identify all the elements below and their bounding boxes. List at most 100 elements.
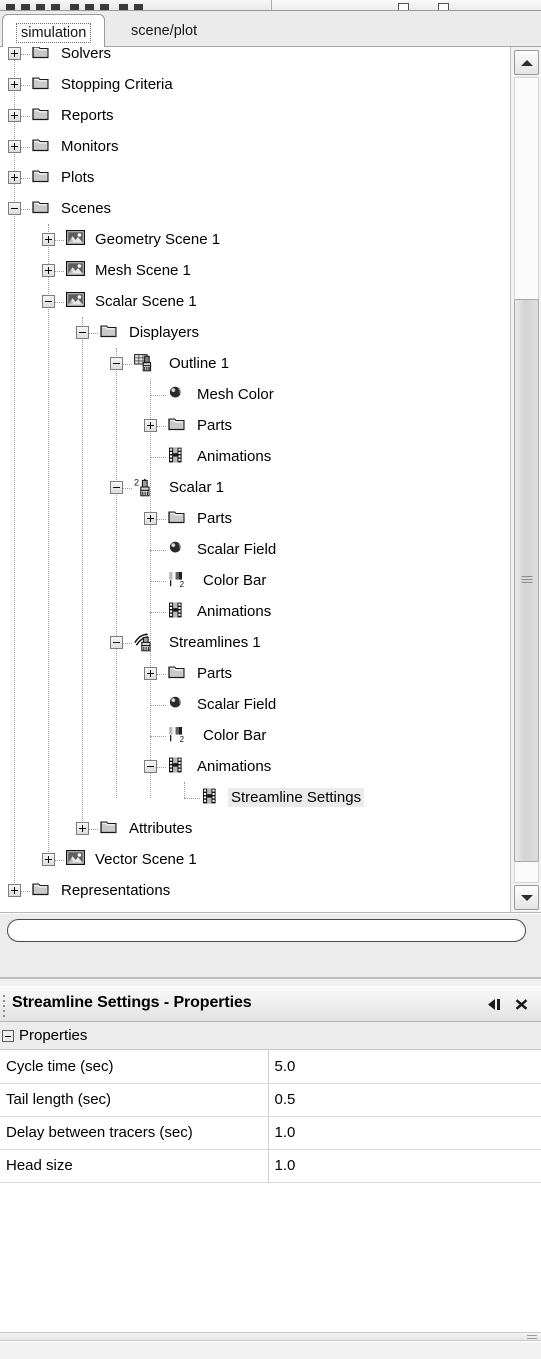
collapse-left-icon[interactable] [485,995,505,1014]
toolbar-icon-fragment[interactable] [51,4,60,10]
tree-filter-input[interactable] [7,919,526,942]
tree-node-label: Animations [197,448,272,465]
toolbar-icon-fragment[interactable] [6,4,15,10]
tree-node-parts[interactable]: Parts [0,410,510,441]
toolbar-icon-fragment[interactable] [119,4,128,10]
expand-node-icon[interactable] [8,140,21,153]
expand-node-icon[interactable] [8,78,21,91]
property-key: Cycle time (sec) [0,1050,269,1084]
tree-node-animations[interactable]: Animations [0,441,510,472]
properties-title-object: Streamline Settings [12,994,160,1011]
properties-bottom-splitter[interactable] [0,1332,541,1341]
tree-node-scenes[interactable]: Scenes [0,193,510,224]
tree-node-label: Scalar Field [197,696,277,713]
properties-title: Streamline Settings - Properties [12,994,252,1012]
tab-scene-plot[interactable]: scene/plot [118,14,210,47]
properties-section-header[interactable]: Properties [0,1022,541,1050]
property-row[interactable]: Tail length (sec) 0.5 [0,1083,541,1117]
tree-elbow-connector [150,581,166,582]
collapse-node-icon[interactable] [110,357,123,370]
tree-elbow-connector [150,550,166,551]
tree-node-parts[interactable]: Parts [0,658,510,689]
tree-scroll-viewport[interactable]: Solvers Stopping Criteria Reports Monitors P… [0,47,510,912]
expand-node-icon[interactable] [144,419,157,432]
tree-node-label: Vector Scene 1 [95,851,197,868]
collapse-node-icon[interactable] [42,295,55,308]
tree-node-animations[interactable]: Animations [0,751,510,782]
tree-node-color-bar[interactable]: 2 Color Bar [0,720,510,751]
tree-node-streamlines-1[interactable]: Streamlines 1 [0,627,510,658]
expand-node-icon[interactable] [8,171,21,184]
property-value[interactable]: 5.0 [268,1050,541,1084]
properties-title-suffix: Properties [173,994,252,1011]
colorbar-icon: 2 [168,571,186,588]
tree-node-plots[interactable]: Plots [0,162,510,193]
tree-node-geometry-scene-1[interactable]: Geometry Scene 1 [0,224,510,255]
collapse-node-icon[interactable] [76,326,89,339]
chevron-up-icon [520,59,533,66]
tree-node-parts[interactable]: Parts [0,503,510,534]
property-row[interactable]: Delay between tracers (sec) 1.0 [0,1116,541,1150]
property-value[interactable]: 1.0 [268,1149,541,1183]
tree-node-color-bar[interactable]: 2 Color Bar [0,565,510,596]
expand-node-icon[interactable] [42,853,55,866]
expand-node-icon[interactable] [8,47,21,60]
toolbar-icon-fragment[interactable] [134,4,143,10]
property-value[interactable]: 0.5 [268,1083,541,1117]
scrollbar-thumb[interactable] [514,299,539,862]
sphere-icon [168,540,186,556]
scene-icon [66,850,85,866]
tree-node-monitors[interactable]: Monitors [0,131,510,162]
expand-node-icon[interactable] [8,884,21,897]
collapse-node-icon[interactable] [110,481,123,494]
collapse-node-icon[interactable] [8,202,21,215]
close-icon[interactable] [511,995,531,1014]
tree-node-scalar-field[interactable]: Scalar Field [0,534,510,565]
tree-node-attributes[interactable]: Attributes [0,813,510,844]
section-collapse-icon[interactable] [2,1029,14,1042]
toolbar-icon-fragment[interactable] [438,3,449,10]
property-row[interactable]: Cycle time (sec) 5.0 [0,1050,541,1084]
expand-node-icon[interactable] [144,512,157,525]
tree-node-animations[interactable]: Animations [0,596,510,627]
tree-node-mesh-color[interactable]: Mesh Color [0,379,510,410]
collapse-node-icon[interactable] [144,760,157,773]
tree-node-representations[interactable]: Representations [0,875,510,906]
tree-node-label: Outline 1 [169,355,230,372]
expand-node-icon[interactable] [8,109,21,122]
tree-node-label: Animations [197,603,272,620]
tree-node-reports[interactable]: Reports [0,100,510,131]
expand-node-icon[interactable] [76,822,89,835]
tree-vertical-scrollbar[interactable] [510,47,541,912]
scrollbar-up-button[interactable] [514,50,539,75]
tree-node-vector-scene-1[interactable]: Vector Scene 1 [0,844,510,875]
tree-node-displayers[interactable]: Displayers [0,317,510,348]
expand-node-icon[interactable] [42,264,55,277]
toolbar-icon-fragment[interactable] [100,4,109,10]
property-row[interactable]: Head size 1.0 [0,1149,541,1183]
properties-title-separator: - [163,994,170,1011]
property-value[interactable]: 1.0 [268,1116,541,1150]
tree-node-stopping-criteria[interactable]: Stopping Criteria [0,69,510,100]
toolbar-icon-fragment[interactable] [85,4,94,10]
streamlines-icon [134,633,152,652]
toolbar-icon-fragment[interactable] [398,3,409,10]
toolbar-left-group [0,0,272,10]
scrollbar-down-button[interactable] [514,885,539,910]
tree-node-scalar-1[interactable]: 2 Scalar 1 [0,472,510,503]
tree-node-solvers[interactable]: Solvers [0,47,510,69]
toolbar-icon-fragment[interactable] [36,4,45,10]
toolbar-icon-fragment[interactable] [21,4,30,10]
tree-node-outline-1[interactable]: Outline 1 [0,348,510,379]
collapse-node-icon[interactable] [110,636,123,649]
tree-node-mesh-scene-1[interactable]: Mesh Scene 1 [0,255,510,286]
tree-node-scalar-scene-1[interactable]: Scalar Scene 1 [0,286,510,317]
folder-icon [32,75,50,91]
expand-node-icon[interactable] [144,667,157,680]
expand-node-icon[interactable] [42,233,55,246]
tree-node-label: Mesh Scene 1 [95,262,191,279]
tab-simulation[interactable]: simulation [2,14,106,50]
toolbar-icon-fragment[interactable] [70,4,79,10]
tree-node-streamline-settings[interactable]: Streamline Settings [0,782,510,813]
tree-node-scalar-field[interactable]: Scalar Field [0,689,510,720]
